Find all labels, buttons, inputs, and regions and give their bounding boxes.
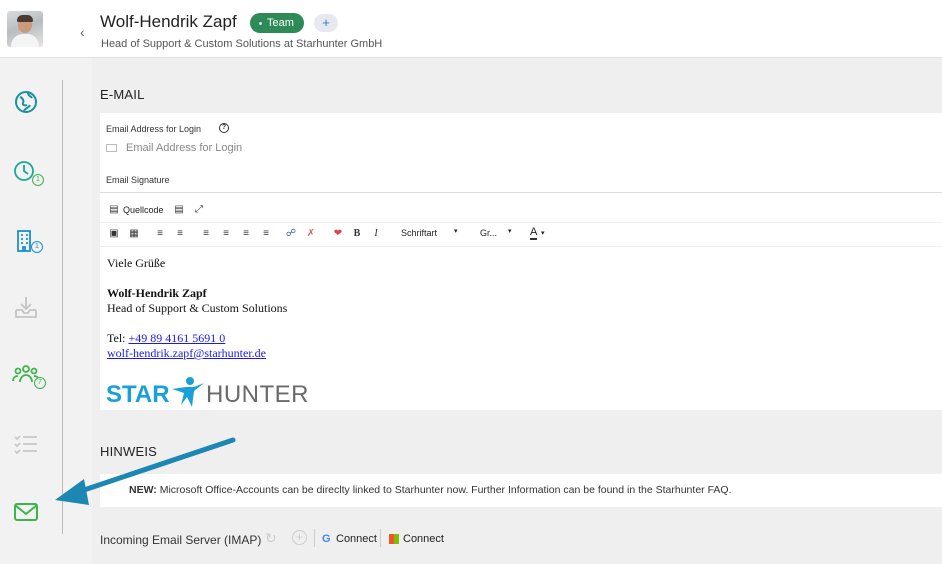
editor-toolbar-row-1: ▤ Quellcode ▤ ⤢ <box>100 197 942 223</box>
contact-subtitle: Head of Support & Custom Solutions at St… <box>101 38 383 50</box>
envelope-icon <box>106 144 117 153</box>
chevron-down-icon: ▾ <box>454 228 458 235</box>
header-bar: ‹ Wolf-Hendrik Zapf Team + Head of Suppo… <box>0 0 942 58</box>
contact-name: Wolf-Hendrik Zapf <box>100 12 237 31</box>
align-right-icon[interactable]: ≡ <box>240 228 252 240</box>
help-icon[interactable]: ? <box>219 123 229 133</box>
bold-button[interactable]: B <box>351 228 363 240</box>
template-icon[interactable]: ▤ <box>173 204 185 216</box>
align-center-icon[interactable]: ≡ <box>220 228 232 240</box>
text-color-button[interactable]: A <box>530 227 538 240</box>
maximize-icon[interactable]: ⤢ <box>193 204 205 216</box>
email-login-placeholder: Email Address for Login <box>126 142 243 154</box>
editor-toolbar-row-2: ▣ ▦ ≡ ≡ ≡ ≡ ≡ ≡ ☍ ✗ ❤ B I Schriftart ▾ G… <box>100 221 942 247</box>
signature-greeting: Viele Grüße <box>107 256 166 270</box>
sidebar-divider <box>62 80 63 534</box>
clock-badge: 1 <box>32 174 44 186</box>
source-code-icon[interactable]: ▤ <box>108 204 120 216</box>
hinweis-section-title: HINWEIS <box>100 444 158 459</box>
avatar[interactable] <box>7 11 43 47</box>
building-badge: 1 <box>31 241 43 253</box>
add-tag-button[interactable]: + <box>314 14 338 32</box>
chevron-left-icon[interactable]: ‹ <box>80 24 85 40</box>
divider <box>380 529 381 547</box>
download-tray-icon[interactable] <box>12 294 40 322</box>
phone-link[interactable]: +49 89 4161 5691 0 <box>129 331 226 345</box>
people-icon[interactable]: 7 <box>12 362 46 390</box>
clock-icon[interactable]: 1 <box>12 158 44 186</box>
chevron-down-icon: ▾ <box>541 230 545 237</box>
microsoft-connect-button[interactable]: Connect <box>403 533 444 545</box>
chevron-down-icon: ▾ <box>508 228 512 235</box>
add-circle-icon[interactable]: + <box>292 530 307 545</box>
people-badge: 7 <box>34 377 46 389</box>
remove-format-icon[interactable]: ❤ <box>332 228 344 240</box>
globe-icon[interactable] <box>12 88 40 116</box>
align-justify-icon[interactable]: ≡ <box>260 228 272 240</box>
notice-text: Microsoft Office-Accounts can be direclt… <box>156 484 732 496</box>
team-badge[interactable]: Team <box>250 13 304 33</box>
envelope-icon[interactable] <box>12 498 40 526</box>
image-icon[interactable]: ▣ <box>108 228 120 240</box>
signature-content[interactable]: Viele Grüße Wolf-Hendrik Zapf Head of Su… <box>107 256 287 361</box>
login-label: Email Address for Login <box>106 124 202 134</box>
font-size-select[interactable]: Gr... <box>480 228 497 238</box>
unlink-icon[interactable]: ✗ <box>305 228 317 240</box>
refresh-icon[interactable]: ↻ <box>265 530 277 547</box>
signature-title: Head of Support & Custom Solutions <box>107 301 288 315</box>
signature-phone-line: Tel: +49 89 4161 5691 0 <box>107 331 226 345</box>
align-left-icon[interactable]: ≡ <box>200 228 212 240</box>
google-connect-button[interactable]: Connect <box>336 533 377 545</box>
checklist-icon[interactable] <box>12 430 40 458</box>
source-code-button[interactable]: Quellcode <box>123 205 164 215</box>
imap-label: Incoming Email Server (IMAP) <box>100 533 262 547</box>
italic-button[interactable]: I <box>370 228 382 240</box>
building-icon[interactable]: 1 <box>12 228 43 256</box>
signature-name: Wolf-Hendrik Zapf <box>107 286 207 300</box>
table-icon[interactable]: ▦ <box>128 228 140 240</box>
numbered-list-icon[interactable]: ≡ <box>154 228 166 240</box>
email-login-field[interactable]: Email Address for Login <box>106 142 426 154</box>
signature-label: Email Signature <box>106 175 170 185</box>
notice-new-label: NEW: <box>129 484 157 496</box>
bullet-list-icon[interactable]: ≡ <box>174 228 186 240</box>
email-link[interactable]: wolf-hendrik.zapf@starhunter.de <box>107 346 266 360</box>
microsoft-icon <box>389 534 399 544</box>
notice-box: NEW: Microsoft Office-Accounts can be di… <box>100 474 942 507</box>
divider <box>314 529 315 547</box>
google-icon: G <box>322 533 331 545</box>
email-section-title: E-MAIL <box>100 87 145 102</box>
font-family-select[interactable]: Schriftart <box>401 228 437 238</box>
link-icon[interactable]: ☍ <box>285 228 297 240</box>
